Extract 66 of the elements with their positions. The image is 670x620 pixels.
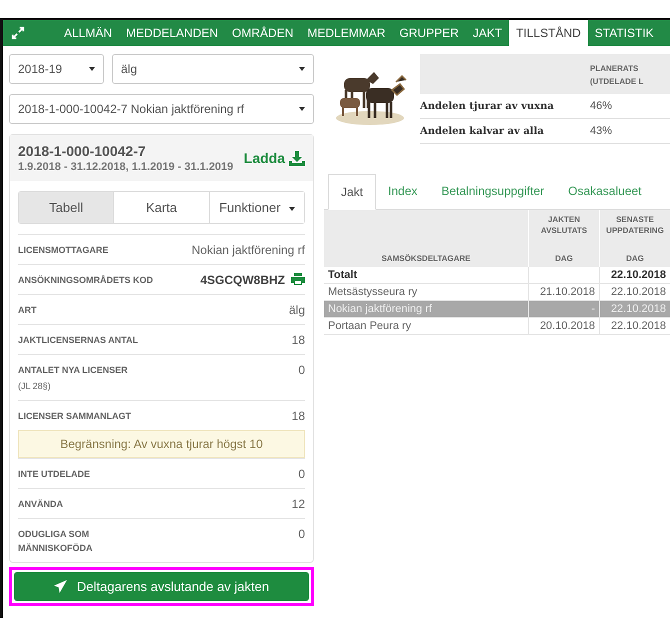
table-cell	[528, 267, 600, 284]
table-cell: Portaan Peura ry	[324, 318, 528, 334]
detail-label: ANSÖKNINGSOMRÅDETS KOD	[18, 274, 154, 287]
tab[interactable]: Jakt	[328, 174, 376, 210]
caret-icon	[299, 107, 305, 111]
nav-tab[interactable]: TILLSTÅND	[509, 20, 588, 46]
tab[interactable]: Betalningsuppgifter	[429, 174, 556, 209]
caret-icon	[288, 206, 295, 211]
detail-value: älg	[288, 303, 305, 317]
column-header: SENASTE UPPDATERING DAG	[600, 210, 670, 267]
nav-tab[interactable]: MEDLEMMAR	[300, 20, 392, 46]
table-cell: 22.10.2018	[600, 318, 670, 334]
nav-tab[interactable]: ALLMÄN	[57, 20, 120, 46]
detail-label: INTE UTDELADE	[18, 468, 91, 481]
table-cell: 20.10.2018	[528, 318, 600, 334]
nav-tab[interactable]: OMRÅDEN	[225, 20, 300, 46]
permit-dates: 1.9.2018 - 31.12.2018, 1.1.2019 - 31.1.2019	[18, 161, 234, 173]
printer-icon[interactable]	[291, 273, 305, 285]
finish-hunt-button[interactable]: Deltagarens avslutande av jakten	[14, 572, 309, 601]
send-icon	[54, 580, 67, 593]
column-header: JAKTEN AVSLUTATS DAG	[528, 210, 600, 267]
tab[interactable]: Osakasalueet	[556, 174, 654, 209]
detail-value: 12	[292, 497, 305, 511]
expand-icon[interactable]	[11, 26, 25, 40]
caret-icon	[89, 67, 95, 71]
column-header: SAMSÖKSDELTAGARE	[324, 210, 528, 267]
table-cell: 22.10.2018	[600, 300, 670, 318]
table-cell: 22.10.2018	[600, 267, 670, 284]
ratio-value: 46%	[590, 100, 614, 112]
nav-tab[interactable]: JAKT	[466, 20, 510, 46]
nav-tab[interactable]: MEDDELANDEN	[119, 20, 226, 46]
ratio-label: Andelen tjurar av vuxna	[420, 100, 555, 112]
nav-tab[interactable]: STATISTIK	[588, 20, 661, 46]
detail-label: LICENSMOTTAGARE	[18, 244, 110, 257]
view-tab[interactable]: Tabell	[19, 192, 114, 223]
download-icon	[289, 150, 305, 166]
detail-value: 0	[298, 467, 305, 481]
detail-label: JAKTLICENSERNAS ANTAL	[18, 334, 140, 347]
nav-tab[interactable]: GRUPPER	[392, 20, 466, 46]
permit-number: 2018-1-000-10042-7	[18, 143, 147, 159]
ratio-label: Andelen kalvar av alla	[420, 126, 545, 136]
detail-label: ART	[18, 304, 38, 317]
caret-icon	[299, 67, 305, 71]
detail-value: 4SGCQW8BHZ	[200, 273, 285, 287]
table-cell: Totalt	[324, 267, 528, 284]
detail-sublabel: (JL 28§)	[18, 380, 52, 393]
detail-value: 0	[298, 363, 305, 377]
table-cell: Nokian jaktförening rf	[324, 300, 528, 318]
season-select[interactable]: 2018-19	[9, 54, 104, 84]
detail-value: 18	[292, 409, 305, 423]
detail-value: 18	[292, 333, 305, 347]
table-cell: -	[528, 300, 600, 318]
restriction-notice: Begränsning: Av vuxna tjurar högst 10	[18, 430, 305, 458]
tab[interactable]: Index	[376, 174, 430, 209]
view-tab[interactable]: Funktioner	[210, 192, 304, 223]
column-header: PLANERATS (UTDELADE L	[590, 63, 644, 88]
ratio-value: 43%	[590, 125, 614, 137]
detail-label: ANVÄNDA	[18, 498, 64, 511]
detail-label: LICENSER SAMMANLAGT	[18, 410, 132, 423]
detail-value: 0	[298, 527, 305, 541]
download-link[interactable]: Ladda	[244, 150, 305, 166]
detail-label: ANTALET NYA LICENSER	[18, 364, 129, 377]
detail-value: Nokian jaktförening rf	[192, 243, 305, 257]
permit-select[interactable]: 2018-1-000-10042-7 Nokian jaktförening rf	[9, 94, 314, 124]
species-select[interactable]: älg	[112, 54, 314, 84]
detail-label: ODUGLIGA SOM MÄNNISKOFÖDA	[18, 528, 94, 555]
